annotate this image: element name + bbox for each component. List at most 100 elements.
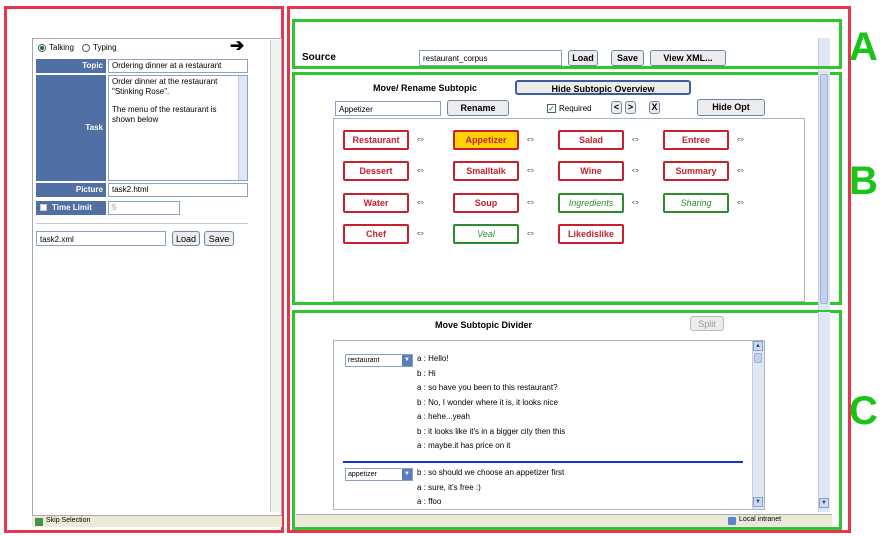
separator [36,223,248,224]
swap-arrow-icon[interactable]: ⇔ [415,164,426,176]
scroll-up-icon[interactable]: ▲ [753,341,763,351]
divider-title: Move Subtopic Divider [435,320,533,330]
subtopic-chip-chef[interactable]: Chef [343,224,409,244]
picture-header: Picture [36,183,106,197]
left-status-text: Skip Selection [46,517,91,524]
nav-right-button[interactable]: > [625,101,636,114]
time-limit-checkbox[interactable] [40,204,47,211]
task-text-2: The menu of the restaurant is shown belo… [112,105,217,124]
source-load-button[interactable]: Load [568,50,598,66]
swap-arrow-icon[interactable]: ⇔ [735,196,746,208]
swap-arrow-icon[interactable]: ⇔ [525,196,536,208]
subtopic-chip-entree[interactable]: Entree [663,130,729,150]
arrow-right-icon[interactable]: ➔ [230,36,244,56]
picture-field[interactable]: task2.html [108,183,248,197]
swap-arrow-icon[interactable]: ⇔ [735,133,746,145]
right-statusbar: Local intranet [296,514,832,526]
nav-close-button[interactable]: X [649,101,660,114]
radio-talking[interactable] [38,44,46,52]
left-scrollbar[interactable] [270,40,280,512]
dialog-line: a : Hello! [417,354,449,363]
dialog-line: b : so should we choose an appetizer fir… [417,468,565,477]
subtopic-chip-smalltalk[interactable]: Smalltalk [453,161,519,181]
dialog-line: a : ffoo [417,497,442,506]
swap-arrow-icon[interactable]: ⇔ [525,133,536,145]
time-limit-field[interactable]: 5 [108,201,180,215]
hide-overview-button[interactable]: Hide Subtopic Overview [515,80,691,95]
dialog-line: b : No, I wonder where it is, it looks n… [417,397,558,407]
swap-arrow-icon[interactable]: ⇔ [630,133,641,145]
status-icon [35,518,43,526]
dialog-scroll-thumb[interactable] [754,353,762,363]
left-statusbar: Skip Selection [32,515,282,527]
subtopic-chip-soup[interactable]: Soup [453,193,519,213]
subtopic-chip-summary[interactable]: Summary [663,161,729,181]
subtopic-chip-water[interactable]: Water [343,193,409,213]
subtopic-chip-sharing[interactable]: Sharing [663,193,729,213]
source-save-button[interactable]: Save [611,50,644,66]
left-load-button[interactable]: Load [172,231,200,246]
subtopic-chip-likedislike[interactable]: Likedislike [558,224,624,244]
section-b-scrollbar[interactable] [818,70,830,310]
view-xml-button[interactable]: View XML... [650,50,726,66]
task-scrollbar[interactable] [238,76,247,180]
task-header: Task [36,75,106,181]
task-field[interactable]: Order dinner at the restaurant "Stinking… [108,75,248,181]
nav-left-button[interactable]: < [611,101,622,114]
section-c-scrollbar[interactable]: ▼ [818,312,830,512]
left-save-button[interactable]: Save [204,231,234,246]
label-b: B [849,159,878,203]
subtopic-select-1-value: restaurant [348,357,380,364]
swap-arrow-icon[interactable]: ⇔ [415,196,426,208]
dialog-line: b : it looks like it's in a bigger city … [417,426,566,436]
subtopic-chip-appetizer[interactable]: Appetizer [453,130,519,150]
file-input[interactable]: task2.xml [36,231,166,246]
radio-talking-label: Talking [49,43,74,52]
subtopic-name-input[interactable]: Appetizer [335,101,441,116]
dialog-line: b : Hi [417,368,436,378]
label-c: C [849,389,878,433]
time-limit-label: Time Limit [52,203,92,212]
rename-button[interactable]: Rename [447,100,509,116]
radio-typing-label: Typing [93,43,117,52]
split-button[interactable]: Split [690,316,724,331]
dialog-line: a : sure, it's free :) [417,482,481,492]
swap-arrow-icon[interactable]: ⇔ [525,227,536,239]
swap-arrow-icon[interactable]: ⇔ [735,164,746,176]
subtopic-select-2[interactable]: appetizer ▼ [345,468,413,481]
swap-arrow-icon[interactable]: ⇔ [525,164,536,176]
task-text-1: Order dinner at the restaurant "Stinking… [112,77,218,96]
source-input[interactable]: restaurant_corpus [419,50,562,66]
subtopic-title: Move/ Rename Subtopic [373,83,478,93]
right-status-text: Local intranet [739,516,782,523]
subtopic-divider-line[interactable] [343,461,743,463]
swap-arrow-icon[interactable]: ⇔ [415,133,426,145]
subtopic-chip-veal[interactable]: Veal [453,224,519,244]
section-a-scrollbar[interactable] [818,38,830,66]
intranet-icon [728,517,736,525]
chevron-down-icon: ▼ [402,355,412,366]
section-b-scroll-thumb[interactable] [820,74,828,304]
topic-field[interactable]: Ordering dinner at a restaurant [108,59,248,73]
scroll-down-icon[interactable]: ▼ [819,498,829,508]
required-checkbox[interactable]: ✓ [547,104,556,113]
swap-arrow-icon[interactable]: ⇔ [630,164,641,176]
dialog-line: a : maybe.it has price on it [417,441,511,450]
subtopic-chip-wine[interactable]: Wine [558,161,624,181]
subtopic-chip-ingredients[interactable]: Ingredients [558,193,624,213]
subtopic-select-1[interactable]: restaurant ▼ [345,354,413,367]
dialog-line: a : hehe...yeah [417,412,470,421]
radio-typing[interactable] [82,44,90,52]
required-label: Required [559,104,592,113]
subtopic-chip-salad[interactable]: Salad [558,130,624,150]
subtopic-chip-dessert[interactable]: Dessert [343,161,409,181]
scroll-down-icon[interactable]: ▼ [753,497,763,507]
hide-opt-button[interactable]: Hide Opt [697,99,765,116]
dialog-scrollbar[interactable]: ▲ ▼ [752,341,764,509]
swap-arrow-icon[interactable]: ⇔ [630,196,641,208]
task-label: Task [85,123,103,132]
topic-label: Topic [82,61,103,70]
subtopic-chip-restaurant[interactable]: Restaurant [343,130,409,150]
subtopic-select-2-value: appetizer [348,471,377,478]
swap-arrow-icon[interactable]: ⇔ [415,227,426,239]
